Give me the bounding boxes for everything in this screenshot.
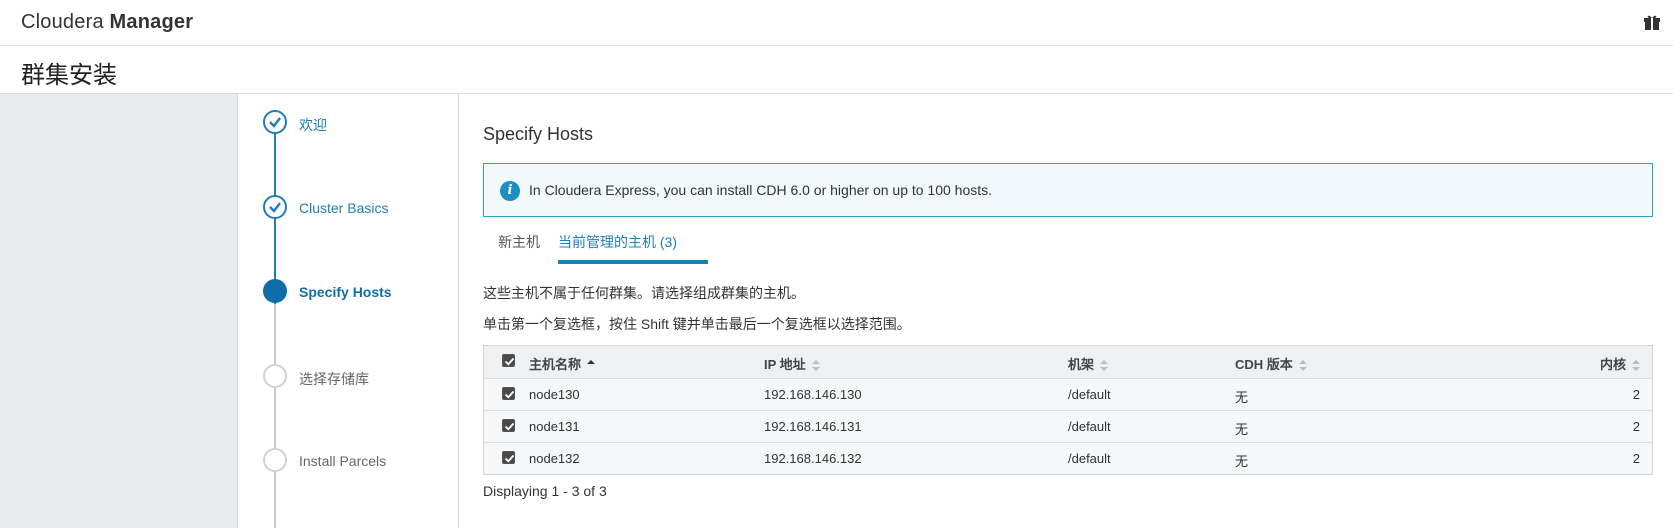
hosts-table: 主机名称 IP 地址 机架 CDH 版本 内核 node130 192.168.…: [483, 345, 1653, 475]
column-header-cdh-version[interactable]: CDH 版本: [1235, 354, 1307, 373]
brand-bold: Manager: [109, 11, 194, 33]
cell-rack: /default: [1068, 387, 1111, 402]
step-done-icon: [263, 195, 287, 219]
cell-cdh-version: 无: [1235, 422, 1249, 437]
top-navbar: Cloudera Manager: [0, 0, 1673, 46]
brand-light: Cloudera: [21, 11, 104, 33]
column-header-label: IP 地址: [764, 357, 806, 372]
cell-cores: 2: [1632, 387, 1640, 402]
column-header-hostname[interactable]: 主机名称: [529, 354, 596, 373]
column-header-ip[interactable]: IP 地址: [764, 354, 820, 373]
step-pending-icon: [263, 448, 287, 472]
shift-select-hint: 单击第一个复选框，按住 Shift 键并单击最后一个复选框以选择范围。: [483, 316, 911, 332]
row-checkbox[interactable]: [502, 451, 515, 464]
host-tabs: 新主机 当前管理的主机 (3): [483, 222, 1653, 264]
wizard-step-install-parcels: Install Parcels: [299, 453, 387, 469]
page-header: 群集安装: [0, 46, 1673, 94]
info-icon: i: [500, 181, 520, 201]
cell-cores: 2: [1632, 419, 1640, 434]
wizard-step-cluster-basics[interactable]: Cluster Basics: [299, 200, 388, 216]
column-header-label: 机架: [1068, 357, 1095, 372]
active-tab-indicator: [558, 260, 708, 264]
cell-cdh-version: 无: [1235, 454, 1249, 469]
hosts-note: 这些主机不属于任何群集。请选择组成群集的主机。: [483, 285, 805, 301]
sort-icon: [1100, 359, 1109, 372]
row-checkbox[interactable]: [502, 419, 515, 432]
column-header-rack[interactable]: 机架: [1068, 354, 1109, 373]
step-active-icon: [263, 279, 287, 303]
table-row[interactable]: node132 192.168.146.132 /default 无 2: [484, 442, 1652, 474]
table-row[interactable]: node130 192.168.146.130 /default 无 2: [484, 378, 1652, 410]
cell-ip: 192.168.146.130: [764, 387, 862, 402]
column-header-label: 主机名称: [529, 357, 582, 372]
step-pending-icon: [263, 364, 287, 388]
sort-icon: [1298, 359, 1307, 372]
column-header-label: CDH 版本: [1235, 357, 1293, 372]
cell-hostname: node132: [529, 451, 580, 466]
step-done-icon: [263, 110, 287, 134]
info-alert: i In Cloudera Express, you can install C…: [483, 163, 1653, 217]
cell-cdh-version: 无: [1235, 390, 1249, 405]
select-all-checkbox[interactable]: [502, 354, 515, 367]
step-connector-todo: [274, 304, 276, 528]
column-header-cores[interactable]: 内核: [1600, 354, 1640, 373]
cell-cores: 2: [1632, 451, 1640, 466]
section-title: Specify Hosts: [483, 124, 594, 144]
gift-icon[interactable]: [1643, 14, 1661, 32]
table-row[interactable]: node131 192.168.146.131 /default 无 2: [484, 410, 1652, 442]
wizard-step-specify-hosts: Specify Hosts: [299, 284, 392, 300]
left-blank-panel: [0, 94, 238, 528]
wizard-step-select-repository: 选择存储库: [299, 371, 369, 387]
app-logo[interactable]: Cloudera Manager: [21, 11, 193, 34]
cell-rack: /default: [1068, 451, 1111, 466]
cell-ip: 192.168.146.131: [764, 419, 862, 434]
pagination-summary: Displaying 1 - 3 of 3: [483, 483, 607, 499]
row-checkbox[interactable]: [502, 387, 515, 400]
wizard-steps: 欢迎 Cluster Basics Specify Hosts 选择存储库 In…: [238, 94, 459, 528]
page-title: 群集安装: [21, 61, 117, 89]
sort-icon: [1632, 359, 1640, 372]
cell-rack: /default: [1068, 419, 1111, 434]
cell-ip: 192.168.146.132: [764, 451, 862, 466]
column-header-label: 内核: [1599, 357, 1626, 372]
sort-ascending-icon: [587, 359, 596, 372]
info-message: In Cloudera Express, you can install CDH…: [529, 182, 993, 198]
cell-hostname: node131: [529, 419, 580, 434]
wizard-step-welcome[interactable]: 欢迎: [299, 115, 327, 135]
tab-new-hosts[interactable]: 新主机: [498, 232, 540, 264]
table-header-row: 主机名称 IP 地址 机架 CDH 版本 内核: [484, 346, 1652, 378]
cell-hostname: node130: [529, 387, 580, 402]
sort-icon: [811, 359, 820, 372]
